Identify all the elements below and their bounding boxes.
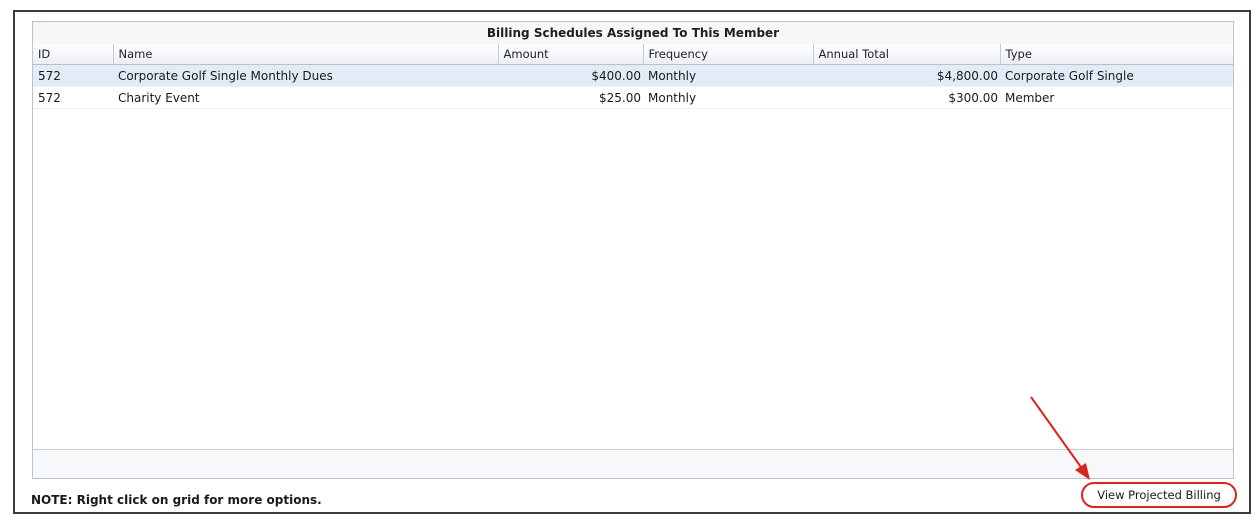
annotation-arrow-icon <box>1030 396 1090 480</box>
